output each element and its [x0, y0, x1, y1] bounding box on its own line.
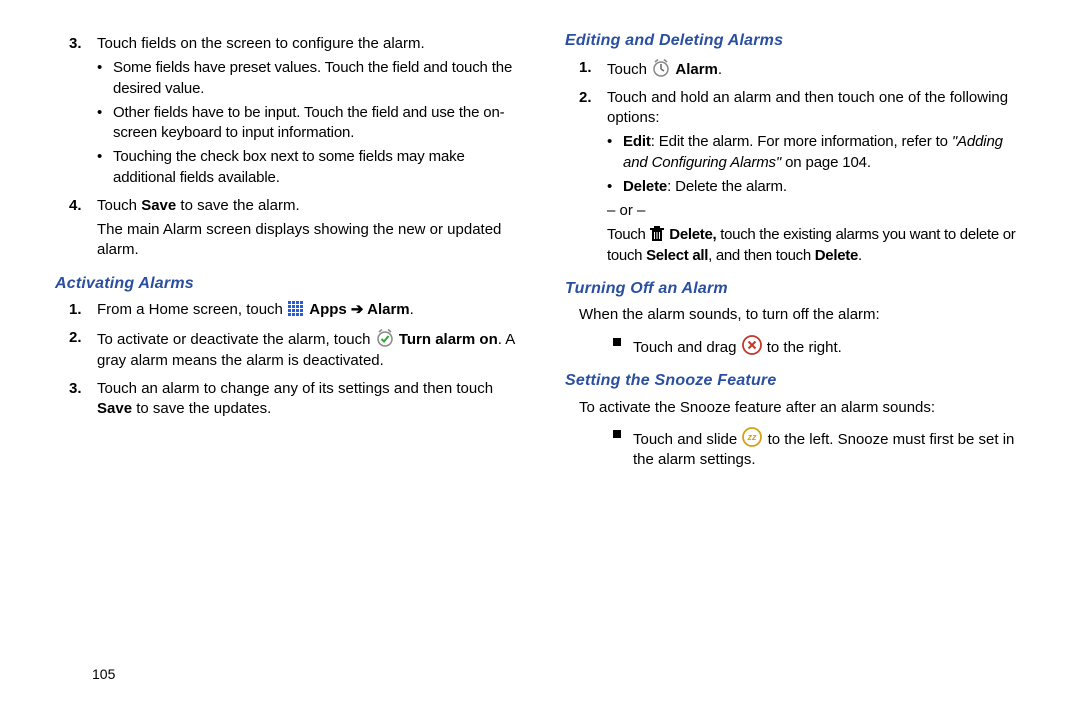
step-4: 4. Touch Save to save the alarm. The mai… [97, 196, 515, 261]
list: Touch and slide zz to the left. Snooze m… [565, 426, 1025, 471]
alt-instruction: Touch Delete, touch the existing alarms … [607, 225, 1025, 266]
heading-turning-off: Turning Off an Alarm [565, 278, 1025, 300]
step-2: 2. Touch and hold an alarm and then touc… [607, 88, 1025, 266]
bullet-delete: Delete: Delete the alarm. [607, 177, 1025, 197]
text: Touch [607, 226, 649, 243]
text: . [858, 247, 862, 264]
list-item: Touch and slide zz to the left. Snooze m… [607, 426, 1025, 471]
apps-grid-icon [287, 300, 305, 318]
text: to the right. [767, 339, 842, 356]
svg-text:zz: zz [747, 432, 758, 442]
list: Touch and drag to the right. [565, 334, 1025, 358]
save-label: Save [141, 197, 176, 214]
step-number: 2. [69, 328, 82, 348]
alarm-check-icon [375, 328, 395, 348]
page-number: 105 [92, 665, 115, 684]
right-column: Editing and Deleting Alarms 1. Touch Ala… [565, 30, 1025, 474]
edit-label: Edit [623, 133, 651, 150]
text: The main Alarm screen displays showing t… [97, 220, 515, 261]
text: : Delete the alarm. [667, 178, 787, 195]
heading-activating-alarms: Activating Alarms [55, 273, 515, 295]
text: Touch an alarm to change any of its sett… [97, 380, 493, 397]
delete-label3: Delete [815, 247, 858, 264]
text: Touch and hold an alarm and then touch o… [607, 89, 1008, 126]
step-number: 2. [579, 88, 592, 108]
text: , and then touch [708, 247, 815, 264]
bullet: Touching the check box next to some fiel… [97, 147, 515, 188]
step-number: 3. [69, 379, 82, 399]
text: to save the alarm. [176, 197, 299, 214]
activating-steps: 1. From a Home screen, touch Apps ➔ Alar… [55, 300, 515, 419]
apps-label: Apps [309, 301, 351, 318]
bullet-edit: Edit: Edit the alarm. For more informati… [607, 132, 1025, 173]
text: Touch and slide [633, 431, 741, 448]
step-3b: 3. Touch an alarm to change any of its s… [97, 379, 515, 420]
text: : Edit the alarm. For more information, … [651, 133, 952, 150]
left-column: 3. Touch fields on the screen to configu… [55, 30, 515, 474]
step-number: 1. [579, 58, 592, 78]
step-3: 3. Touch fields on the screen to configu… [97, 34, 515, 188]
turn-alarm-on: Turn alarm on [399, 331, 498, 348]
step-1: 1. From a Home screen, touch Apps ➔ Alar… [97, 300, 515, 320]
select-all-label: Select all [646, 247, 708, 264]
config-steps: 3. Touch fields on the screen to configu… [55, 34, 515, 261]
arrow: ➔ [351, 301, 364, 318]
delete-label2: Delete, [669, 226, 716, 243]
editing-steps: 1. Touch Alarm. 2. Touch and hold an ala… [565, 58, 1025, 266]
alarm-label: Alarm [364, 301, 410, 318]
snooze-zz-icon: zz [741, 426, 763, 448]
list-item: Touch and drag to the right. [607, 334, 1025, 358]
save-label: Save [97, 400, 132, 417]
bullet: Other fields have to be input. Touch the… [97, 103, 515, 144]
intro-text: To activate the Snooze feature after an … [565, 398, 1025, 418]
text: on page 104. [781, 154, 871, 171]
trash-icon [649, 225, 665, 243]
text: Touch [607, 61, 651, 78]
dot: . [718, 61, 722, 78]
heading-editing-deleting: Editing and Deleting Alarms [565, 30, 1025, 52]
step-number: 4. [69, 196, 82, 216]
step-number: 1. [69, 300, 82, 320]
text: Touch [97, 197, 141, 214]
dismiss-x-icon [741, 334, 763, 356]
step-2: 2. To activate or deactivate the alarm, … [97, 328, 515, 371]
or-divider: – or – [607, 201, 1025, 221]
step-number: 3. [69, 34, 82, 54]
text: Touch and drag [633, 339, 741, 356]
alarm-label: Alarm [675, 61, 718, 78]
dot: . [410, 301, 414, 318]
delete-label: Delete [623, 178, 667, 195]
intro-text: When the alarm sounds, to turn off the a… [565, 305, 1025, 325]
document-page: 3. Touch fields on the screen to configu… [0, 0, 1080, 484]
step-1: 1. Touch Alarm. [607, 58, 1025, 80]
heading-snooze: Setting the Snooze Feature [565, 370, 1025, 392]
step-text: Touch fields on the screen to configure … [97, 35, 425, 52]
text: From a Home screen, touch [97, 301, 287, 318]
text: To activate or deactivate the alarm, tou… [97, 331, 375, 348]
alarm-clock-icon [651, 58, 671, 78]
bullet: Some fields have preset values. Touch th… [97, 58, 515, 99]
text: to save the updates. [132, 400, 271, 417]
